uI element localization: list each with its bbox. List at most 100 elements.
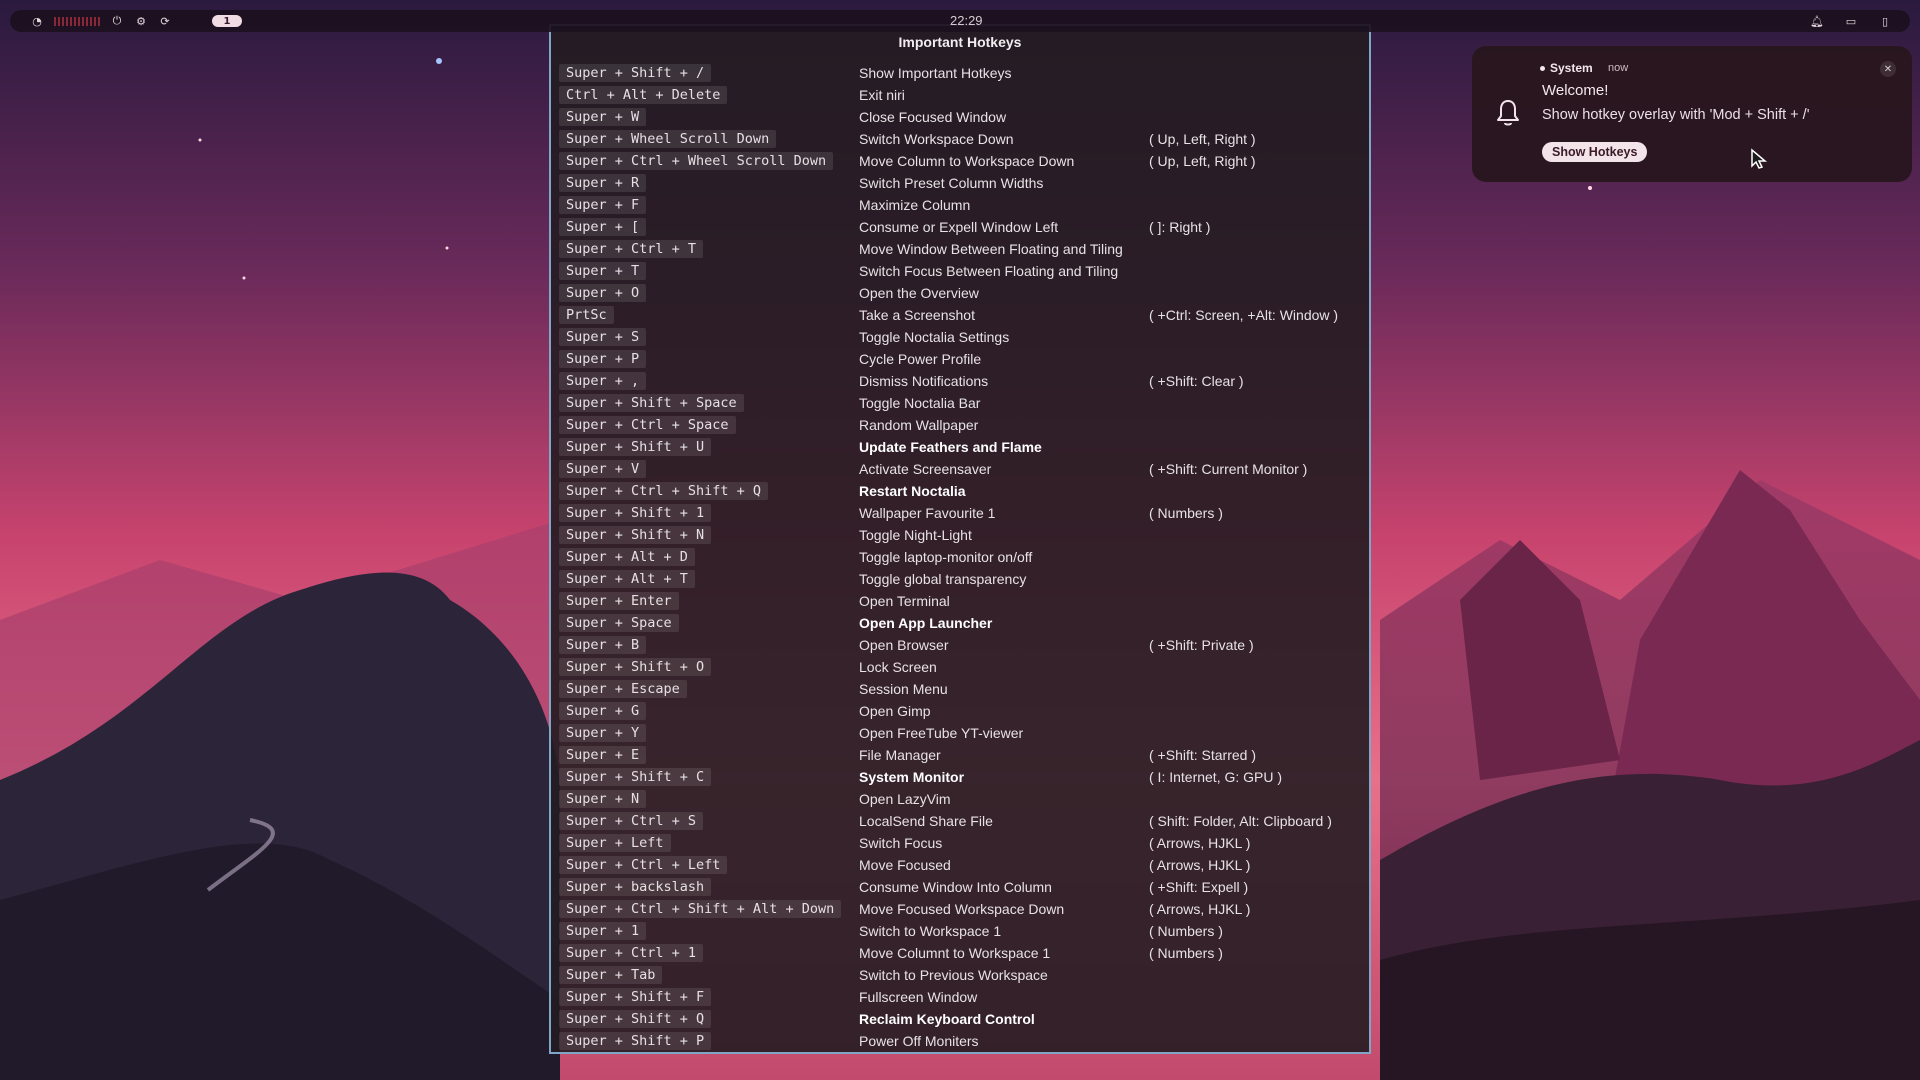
hotkey-description: Exit niri (859, 87, 905, 103)
hotkey-key: Super + Y (559, 724, 647, 742)
hotkey-row: Super + W Close Focused Window (559, 106, 1365, 128)
hotkey-note: ( +Ctrl: Screen, +Alt: Window ) (1149, 307, 1339, 323)
hotkey-key-cell: Super + Shift + F (559, 988, 859, 1006)
hotkey-key: Super + Space (559, 614, 679, 632)
hotkey-description: Maximize Column (859, 197, 971, 213)
hotkey-row: Super + Space Open App Launcher (559, 612, 1365, 634)
power-icon[interactable]: ⏻ (110, 14, 124, 28)
tray-icon[interactable]: ▭ (1844, 14, 1858, 28)
battery-icon[interactable]: ▯ (1878, 14, 1892, 28)
hotkey-key: Ctrl + Alt + Delete (559, 86, 728, 104)
hotkey-row: Super + backslash Consume Window Into Col… (559, 876, 1365, 898)
show-hotkeys-button[interactable]: Show Hotkeys (1542, 142, 1648, 162)
settings-icon[interactable]: ⚙ (134, 14, 148, 28)
hotkey-key-cell: Super + Ctrl + Left (559, 856, 859, 874)
hotkey-key: Super + , (559, 372, 647, 390)
hotkey-note: ( +Shift: Current Monitor ) (1149, 461, 1308, 477)
hotkey-row: Super + Shift + F Fullscreen Window (559, 986, 1365, 1008)
refresh-icon[interactable]: ⟳ (158, 14, 172, 28)
hotkey-description: Random Wallpaper (859, 417, 979, 433)
hotkey-row: Super + Y Open FreeTube YT-viewer (559, 722, 1365, 744)
hotkey-row: Super + B Open Browser ( +Shift: Private ) (559, 634, 1365, 656)
hotkey-row: Super + Shift + P Power Off Moniters (559, 1030, 1365, 1052)
hotkey-description: Switch to Workspace 1 (859, 923, 1002, 939)
hotkey-key: Super + R (559, 174, 647, 192)
hotkey-row: Super + Shift + N Toggle Night-Light (559, 524, 1365, 546)
hotkey-overlay-title: Important Hotkeys (898, 34, 1022, 50)
hotkey-key-cell: Super + Shift + U (559, 438, 859, 456)
hotkey-key-cell: Super + backslash (559, 878, 859, 896)
hotkey-key: PrtSc (559, 306, 614, 324)
hotkey-note: ( Arrows, HJKL ) (1149, 901, 1251, 917)
hotkey-key: Super + Ctrl + Shift + Alt + Down (559, 900, 842, 918)
hotkey-row: Super + Ctrl + Left Move Focused ( Arrows,… (559, 854, 1365, 876)
hotkey-row: Super + R Switch Preset Column Widths (559, 172, 1365, 194)
hotkey-note: ( I: Internet, G: GPU ) (1149, 769, 1283, 785)
hotkey-note: ( Numbers ) (1149, 505, 1223, 521)
hotkey-row: Super + Enter Open Terminal (559, 590, 1365, 612)
hotkey-key: Super + 1 (559, 922, 647, 940)
hotkey-description: Open the Overview (859, 285, 979, 301)
hotkey-key-cell: Super + W (559, 108, 859, 126)
hotkey-key-cell: Super + Alt + D (559, 548, 859, 566)
hotkey-key: Super + Alt + D (559, 548, 695, 566)
hotkey-key-cell: Ctrl + Alt + Delete (559, 86, 859, 104)
hotkey-key-cell: Super + F (559, 196, 859, 214)
hotkey-key: Super + S (559, 328, 647, 346)
bell-icon[interactable]: 🔔︎ (1810, 14, 1824, 28)
hotkey-key-cell: Super + Shift + Space (559, 394, 859, 412)
hotkey-key: Super + Shift + U (559, 438, 712, 456)
hotkey-row: Super + [Consume or Expell Window Left ( … (559, 216, 1365, 238)
hotkey-description: Restart Noctalia (859, 483, 966, 499)
hotkey-key-cell: Super + P (559, 350, 859, 368)
hotkey-key: Super + Escape (559, 680, 687, 698)
hotkey-key: Super + P (559, 350, 647, 368)
hotkey-key-cell: Super + N (559, 790, 859, 808)
hotkey-key: Super + Ctrl + Wheel Scroll Down (559, 152, 834, 170)
hotkey-description: Toggle Noctalia Settings (859, 329, 1010, 345)
hotkey-key-cell: Super + Shift + P (559, 1032, 859, 1050)
hotkey-key-cell: Super + G (559, 702, 859, 720)
hotkey-key: Super + V (559, 460, 647, 478)
hotkey-key-cell: Super + Left (559, 834, 859, 852)
hotkey-key-cell: Super + Shift + O (559, 658, 859, 676)
hotkey-key: Super + Shift + N (559, 526, 712, 544)
hotkey-description: Update Feathers and Flame (859, 439, 1042, 455)
hotkey-key: Super + Shift + P (559, 1032, 712, 1050)
hotkey-key: Super + B (559, 636, 647, 654)
hotkey-key-cell: Super + Ctrl + Wheel Scroll Down (559, 152, 859, 170)
hotkey-key-cell: Super + Shift + 1 (559, 504, 859, 522)
hotkey-key-cell: Super + Space (559, 614, 859, 632)
hotkey-description: Switch Focus Between Floating and Tiling (859, 263, 1119, 279)
close-icon[interactable]: ✕ (1880, 61, 1896, 77)
hotkey-description: Open Terminal (859, 593, 950, 609)
gauge-icon[interactable]: ◔ (30, 14, 44, 28)
hotkey-row: Super + Shift + Q Reclaim Keyboard Contro… (559, 1008, 1365, 1030)
hotkey-overlay: Important Hotkeys Super + Shift + / Show … (549, 24, 1371, 1054)
notification-time: now (1608, 62, 1629, 74)
hotkey-key: Super + Shift + F (559, 988, 712, 1006)
clock[interactable]: 22:29 (950, 13, 983, 28)
hotkey-key-cell: Super + Shift + N (559, 526, 859, 544)
hotkey-description: Take a Screenshot (859, 307, 975, 323)
notification-card[interactable]: System now ✕ Welcome! Show hotkey overla… (1472, 46, 1912, 182)
hotkey-key-cell: Super + [ (559, 218, 859, 236)
hotkey-row: Super + Ctrl + Shift + Q Restart Noctalia (559, 480, 1365, 502)
hotkey-description: Open App Launcher (859, 615, 993, 631)
hotkey-key: Super + Shift + / (559, 64, 712, 82)
hotkey-note: ( +Shift: Clear ) (1149, 373, 1244, 389)
hotkey-list: Super + Shift + / Show Important Hotkeys C… (559, 62, 1365, 1052)
hotkey-key: Super + F (559, 196, 647, 214)
hotkey-key-cell: Super + R (559, 174, 859, 192)
hotkey-row: Super + Shift + O Lock Screen (559, 656, 1365, 678)
hotkey-description: Toggle global transparency (859, 571, 1027, 587)
hotkey-row: Super + N Open LazyVim (559, 788, 1365, 810)
hotkey-key: Super + Left (559, 834, 671, 852)
workspace-indicator[interactable]: 1 (212, 15, 242, 27)
hotkey-description: File Manager (859, 747, 941, 763)
hotkey-row: Super + S Toggle Noctalia Settings (559, 326, 1365, 348)
hotkey-description: Open Gimp (859, 703, 931, 719)
hotkey-key-cell: Super + Wheel Scroll Down (559, 130, 859, 148)
hotkey-row: Super + Ctrl + Shift + Alt + Down Move Fo… (559, 898, 1365, 920)
hotkey-description: Toggle Noctalia Bar (859, 395, 981, 411)
